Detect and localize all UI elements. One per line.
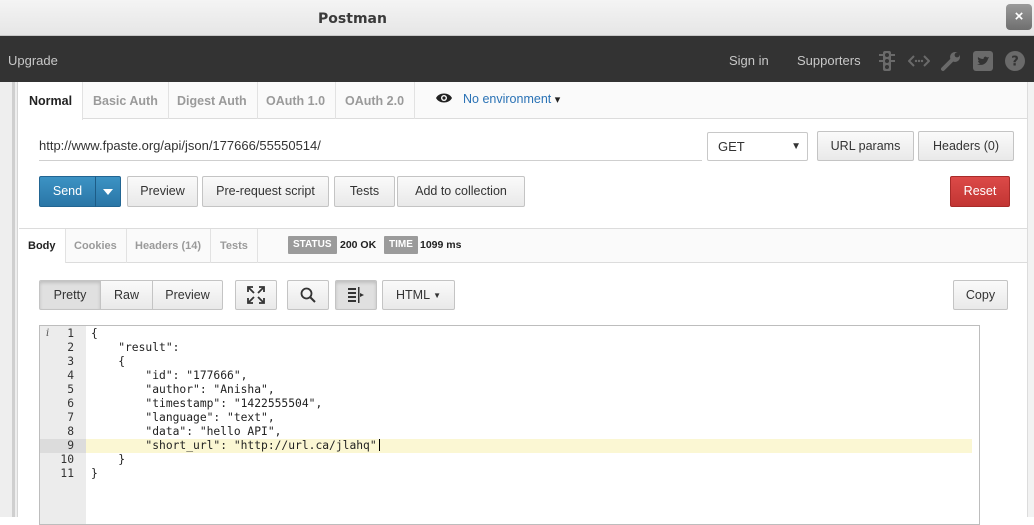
tests-button[interactable]: Tests bbox=[334, 176, 395, 207]
sidebar-collapsed bbox=[0, 82, 18, 517]
wrench-icon[interactable] bbox=[940, 50, 962, 72]
window-title: Postman bbox=[318, 11, 387, 27]
status-value: 200 OK bbox=[340, 239, 377, 251]
text-cursor bbox=[378, 439, 380, 451]
close-icon[interactable]: × bbox=[1006, 4, 1032, 30]
url-params-button[interactable]: URL params bbox=[817, 131, 914, 161]
code-line: 5 "author": "Anisha", bbox=[40, 383, 979, 397]
svg-text:?: ? bbox=[1011, 55, 1019, 70]
app-header: Upgrade Sign in Supporters ? bbox=[0, 36, 1034, 82]
preview-response-button[interactable]: Preview bbox=[152, 280, 223, 310]
scrollbar-track[interactable] bbox=[1027, 82, 1034, 517]
preview-button[interactable]: Preview bbox=[127, 176, 198, 207]
response-tabs: Body Cookies Headers (14) Tests bbox=[19, 228, 1027, 263]
line-number: 3 bbox=[67, 355, 74, 368]
line-text: "result": bbox=[91, 341, 180, 354]
tab-response-tests[interactable]: Tests bbox=[211, 229, 258, 263]
raw-button[interactable]: Raw bbox=[100, 280, 153, 310]
time-badge: TIME bbox=[384, 236, 418, 254]
line-number: 5 bbox=[67, 383, 74, 396]
line-text: "language": "text", bbox=[91, 411, 275, 424]
pretty-button[interactable]: Pretty bbox=[39, 280, 101, 310]
code-line: 8 "data": "hello API", bbox=[40, 425, 979, 439]
url-input[interactable]: http://www.fpaste.org/api/json/177666/55… bbox=[39, 132, 702, 161]
tab-body[interactable]: Body bbox=[19, 229, 66, 263]
pre-request-script-button[interactable]: Pre-request script bbox=[202, 176, 329, 207]
search-icon bbox=[300, 287, 316, 303]
line-number: 1 bbox=[67, 327, 74, 340]
send-button[interactable]: Send bbox=[39, 176, 96, 207]
code-line: 7 "language": "text", bbox=[40, 411, 979, 425]
fullscreen-button[interactable] bbox=[235, 280, 277, 310]
code-arrows-icon[interactable] bbox=[907, 50, 931, 72]
headers-button[interactable]: Headers (0) bbox=[918, 131, 1014, 161]
supporters-link[interactable]: Supporters bbox=[797, 53, 861, 68]
code-lines: i 1{2 "result": 3 {4 "id": "177666", 5 "aut… bbox=[40, 326, 979, 481]
wrap-lines-icon bbox=[348, 287, 364, 303]
send-dropdown-button[interactable] bbox=[95, 176, 121, 207]
add-to-collection-button[interactable]: Add to collection bbox=[397, 176, 525, 207]
caret-down-icon: ▼ bbox=[791, 141, 801, 152]
request-builder: Normal Basic Auth Digest Auth OAuth 1.0 … bbox=[19, 82, 1027, 525]
help-icon[interactable]: ? bbox=[1004, 50, 1026, 72]
tab-basic-auth[interactable]: Basic Auth bbox=[83, 82, 169, 119]
method-select[interactable]: GET ▼ bbox=[707, 132, 808, 161]
code-line: 11} bbox=[40, 467, 979, 481]
twitter-icon[interactable] bbox=[972, 50, 994, 72]
tab-cookies[interactable]: Cookies bbox=[65, 229, 127, 263]
code-line: 2 "result": bbox=[40, 341, 979, 355]
wrap-lines-button[interactable] bbox=[335, 280, 377, 310]
environment-selector[interactable]: No environment ▾ bbox=[435, 92, 560, 106]
search-button[interactable] bbox=[287, 280, 329, 310]
format-value: HTML bbox=[396, 288, 430, 302]
line-text: "timestamp": "1422555504", bbox=[91, 397, 323, 410]
code-line: i 1{ bbox=[40, 327, 979, 341]
expand-icon bbox=[247, 286, 265, 304]
line-number: 4 bbox=[67, 369, 74, 382]
time-value: 1099 ms bbox=[420, 239, 462, 251]
tab-digest-auth[interactable]: Digest Auth bbox=[167, 82, 258, 119]
tab-oauth-2[interactable]: OAuth 2.0 bbox=[335, 82, 416, 119]
line-text: "data": "hello API", bbox=[91, 425, 282, 438]
reset-button[interactable]: Reset bbox=[950, 176, 1010, 207]
sign-in-link[interactable]: Sign in bbox=[729, 53, 769, 68]
line-text: } bbox=[91, 467, 98, 480]
copy-button[interactable]: Copy bbox=[953, 280, 1008, 310]
code-line: 9 "short_url": "http://url.ca/jlahq" bbox=[40, 439, 979, 453]
line-number: 11 bbox=[60, 467, 74, 480]
line-number: 6 bbox=[67, 397, 74, 410]
line-number: 2 bbox=[67, 341, 74, 354]
caret-down-icon: ▼ bbox=[433, 291, 441, 300]
code-line: 4 "id": "177666", bbox=[40, 369, 979, 383]
line-text: { bbox=[91, 327, 98, 340]
line-number: 7 bbox=[67, 411, 74, 424]
auth-tabs: Normal Basic Auth Digest Auth OAuth 1.0 … bbox=[19, 82, 1027, 120]
tab-normal[interactable]: Normal bbox=[19, 82, 84, 120]
line-text: "id": "177666", bbox=[91, 369, 248, 382]
code-line: 10 } bbox=[40, 453, 979, 467]
upgrade-link[interactable]: Upgrade bbox=[8, 53, 58, 68]
caret-down-icon bbox=[103, 189, 113, 195]
line-text: { bbox=[91, 355, 126, 368]
window-titlebar: Postman × bbox=[0, 0, 1034, 36]
code-line: 6 "timestamp": "1422555504", bbox=[40, 397, 979, 411]
traffic-light-icon[interactable] bbox=[876, 50, 898, 72]
environment-label: No environment bbox=[463, 92, 552, 106]
line-number: 10 bbox=[60, 453, 74, 466]
tab-oauth-1[interactable]: OAuth 1.0 bbox=[256, 82, 337, 119]
line-number: 9 bbox=[67, 439, 74, 452]
code-line: 3 { bbox=[40, 355, 979, 369]
chevron-down-icon: ▾ bbox=[554, 94, 561, 106]
eye-icon[interactable] bbox=[435, 92, 453, 104]
method-value: GET bbox=[718, 139, 745, 154]
status-badge: STATUS bbox=[288, 236, 337, 254]
format-select[interactable]: HTML ▼ bbox=[382, 280, 455, 310]
line-text: "short_url": "http://url.ca/jlahq" bbox=[91, 439, 380, 453]
line-text: } bbox=[91, 453, 126, 466]
tab-response-headers[interactable]: Headers (14) bbox=[126, 229, 212, 263]
line-text: "author": "Anisha", bbox=[91, 383, 275, 396]
line-number: 8 bbox=[67, 425, 74, 438]
response-body-editor[interactable]: i 1{2 "result": 3 {4 "id": "177666", 5 "aut… bbox=[39, 325, 980, 525]
